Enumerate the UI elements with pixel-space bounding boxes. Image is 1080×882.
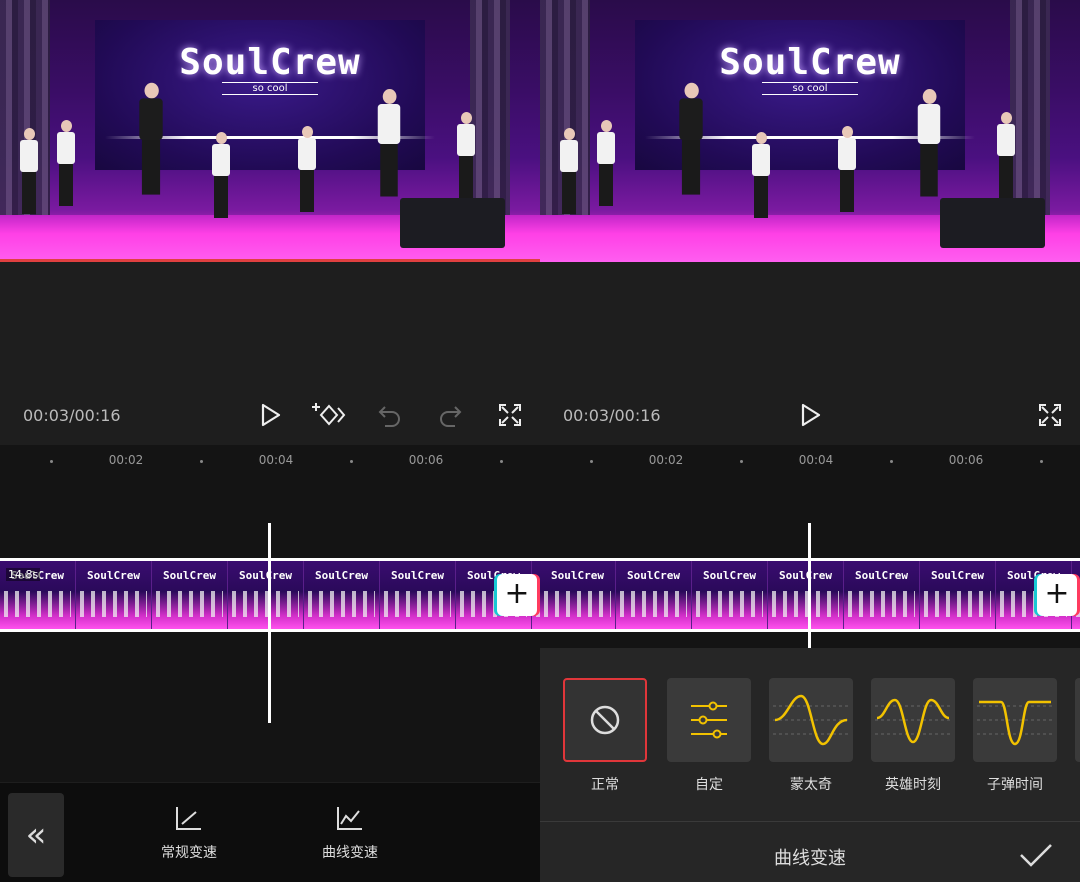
none-icon <box>590 705 620 735</box>
add-clip-button[interactable]: + <box>497 574 537 616</box>
curve-speed-label: 曲线变速 <box>322 845 378 861</box>
fullscreen-button[interactable] <box>1035 400 1065 430</box>
clip-duration: 14.8s <box>6 568 41 581</box>
curve-speed-sheet: 正常 自定 蒙太奇 英雄时刻 子弹时间 曲线变速 <box>540 648 1080 882</box>
undo-button[interactable] <box>375 400 405 430</box>
video-logo-sub: so cool <box>762 82 858 95</box>
check-icon <box>1020 844 1052 867</box>
keyframe-button[interactable] <box>312 400 348 430</box>
confirm-button[interactable] <box>1018 840 1054 870</box>
progress-line <box>0 259 540 262</box>
preset-label: 蒙太奇 <box>790 777 832 793</box>
play-icon <box>261 403 281 427</box>
video-logo: SoulCrew <box>179 42 361 83</box>
ruler-tick: 00:02 <box>648 453 684 467</box>
timecode: 00:03/00:16 <box>23 406 121 425</box>
ruler-tick: 00:04 <box>258 453 294 467</box>
timeline-ruler[interactable]: 00:02 00:04 00:06 <box>0 445 540 479</box>
video-logo: SoulCrew <box>719 42 901 83</box>
curve-speed-button[interactable]: 曲线变速 <box>300 800 400 862</box>
hero-curve-icon <box>875 698 951 744</box>
play-button[interactable] <box>256 400 286 430</box>
preset-normal[interactable]: 正常 <box>563 678 647 794</box>
undo-icon <box>378 406 400 427</box>
fullscreen-icon <box>499 404 521 426</box>
redo-icon <box>440 406 462 427</box>
preset-label: 自定 <box>695 777 723 793</box>
speed-curve-icon <box>337 807 362 830</box>
video-preview[interactable]: SoulCrew so cool <box>0 0 540 262</box>
playhead[interactable] <box>268 523 271 723</box>
add-keyframe-icon <box>312 403 346 426</box>
ruler-tick: 00:06 <box>948 453 984 467</box>
normal-speed-label: 常规变速 <box>161 845 217 861</box>
bottom-toolbar <box>0 783 540 882</box>
play-button[interactable] <box>796 400 826 430</box>
preset-hero-moment[interactable]: 英雄时刻 <box>871 678 955 794</box>
preset-label: 正常 <box>591 777 619 793</box>
fullscreen-button[interactable] <box>495 400 525 430</box>
redo-button[interactable] <box>435 400 465 430</box>
preset-label: 英雄时刻 <box>885 777 941 793</box>
preset-montage[interactable]: 蒙太奇 <box>769 678 853 794</box>
normal-speed-button[interactable]: 常规变速 <box>139 800 239 862</box>
left-screen: SoulCrew so cool 00:03/00:16 00:02 00:04… <box>0 0 540 882</box>
fullscreen-icon <box>1039 404 1061 426</box>
montage-curve-icon <box>773 694 849 746</box>
back-button[interactable]: « <box>8 793 64 877</box>
video-logo-sub: so cool <box>222 82 318 95</box>
sheet-title: 曲线变速 <box>774 848 846 869</box>
ruler-tick: 00:06 <box>408 453 444 467</box>
video-preview[interactable]: SoulCrew so cool <box>540 0 1080 262</box>
timeline-ruler[interactable]: 00:02 00:04 00:06 <box>540 445 1080 479</box>
add-clip-button[interactable]: + <box>1037 574 1077 616</box>
play-icon <box>801 403 821 427</box>
sliders-icon <box>691 701 727 739</box>
preset-label: 子弹时间 <box>987 777 1043 793</box>
bullet-curve-icon <box>977 700 1053 746</box>
preset-more-partial[interactable] <box>1075 678 1080 762</box>
preset-custom[interactable]: 自定 <box>667 678 751 794</box>
speed-normal-icon <box>176 807 201 830</box>
playhead[interactable] <box>808 523 811 648</box>
preset-bullet-time[interactable]: 子弹时间 <box>973 678 1057 794</box>
ruler-tick: 00:04 <box>798 453 834 467</box>
ruler-tick: 00:02 <box>108 453 144 467</box>
right-screen: SoulCrew so cool 00:03/00:16 00:02 00:04… <box>540 0 1080 882</box>
timecode: 00:03/00:16 <box>563 406 661 425</box>
